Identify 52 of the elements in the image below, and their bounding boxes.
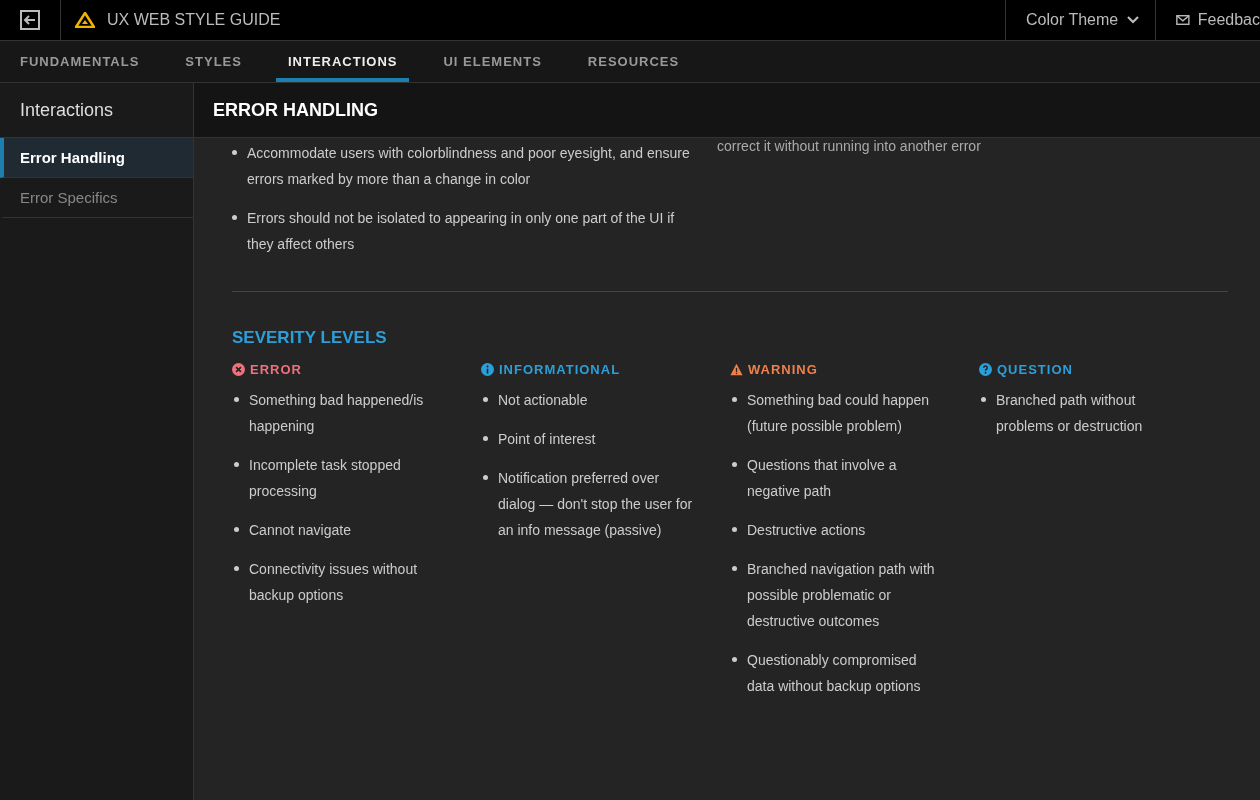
triangle-logo-icon	[75, 12, 95, 28]
bullet-text: Destructive actions	[747, 521, 866, 540]
nav-tab[interactable]: RESOURCES	[575, 41, 692, 82]
bullet-dot	[234, 566, 239, 571]
bullet-dot	[232, 215, 237, 220]
exit-icon	[20, 10, 40, 30]
chevron-down-icon	[1126, 15, 1141, 25]
bullet-dot	[732, 657, 737, 662]
bullet-dot	[234, 527, 239, 532]
bullet-text: Questions that involve a negative path	[747, 456, 898, 501]
bullet-dot	[981, 397, 986, 402]
mail-icon	[1176, 14, 1190, 26]
warning-icon	[730, 363, 743, 376]
severity-label: WARNING	[748, 362, 818, 377]
nav-tab[interactable]: FUNDAMENTALS	[8, 41, 152, 82]
question-icon	[979, 363, 992, 376]
sidebar-item[interactable]: Error Handling	[0, 138, 193, 178]
bullet-text: Questionably compromised data without backup options	[747, 651, 922, 696]
severity-label: QUESTION	[997, 362, 1073, 377]
bullet-text: Something bad could happen (future possible problem)	[747, 391, 931, 436]
page-title: ERROR HANDLING	[213, 99, 378, 121]
bullet-dot	[732, 527, 737, 532]
bullet-text: Cannot navigate	[249, 521, 351, 540]
bullet-text: Branched navigation path with possible problematic or destructive outcomes	[747, 560, 936, 631]
bullet-text: Notification preferred over dialog — don't stop the user for an info message (passive)	[498, 469, 694, 540]
bullet-text: Connectivity issues without backup options	[249, 560, 419, 605]
nav-tab[interactable]: STYLES	[173, 41, 254, 82]
bullet-text: Not actionable	[498, 391, 588, 410]
nav-tab[interactable]: UI ELEMENTS	[431, 41, 554, 82]
bullet-text: Point of interest	[498, 430, 596, 449]
section-title: SEVERITY LEVELS	[232, 328, 388, 348]
bullet-dot	[732, 397, 737, 402]
app-title: UX WEB STYLE GUIDE	[107, 11, 281, 29]
bullet-text: Errors should not be isolated to appearing in only one part of the UI if they affect others	[247, 209, 676, 254]
error-circle-icon	[232, 363, 245, 376]
bullet-text: Incomplete task stopped processing	[249, 456, 402, 501]
bullet-dot	[483, 436, 488, 441]
bullet-dot	[483, 475, 488, 480]
bullet-text: Accommodate users with colorblindness and poor eyesight, and ensure errors marked by more than a change in color	[247, 144, 691, 189]
bullet-text: Branched path without problems or destruction	[996, 391, 1144, 436]
severity-label: ERROR	[250, 362, 302, 377]
severity-label: INFORMATIONAL	[499, 362, 621, 377]
bullet-dot	[232, 150, 237, 155]
partial-text: correct it without running into another error	[717, 138, 981, 154]
bullet-text: Something bad happened/is happening	[249, 391, 425, 436]
bullet-dot	[732, 462, 737, 467]
bullet-dot	[234, 462, 239, 467]
feedback-button[interactable]: Feedbac	[1155, 0, 1260, 40]
info-icon	[481, 363, 494, 376]
bullet-dot	[732, 566, 737, 571]
bullet-dot	[234, 397, 239, 402]
bullet-dot	[483, 397, 488, 402]
